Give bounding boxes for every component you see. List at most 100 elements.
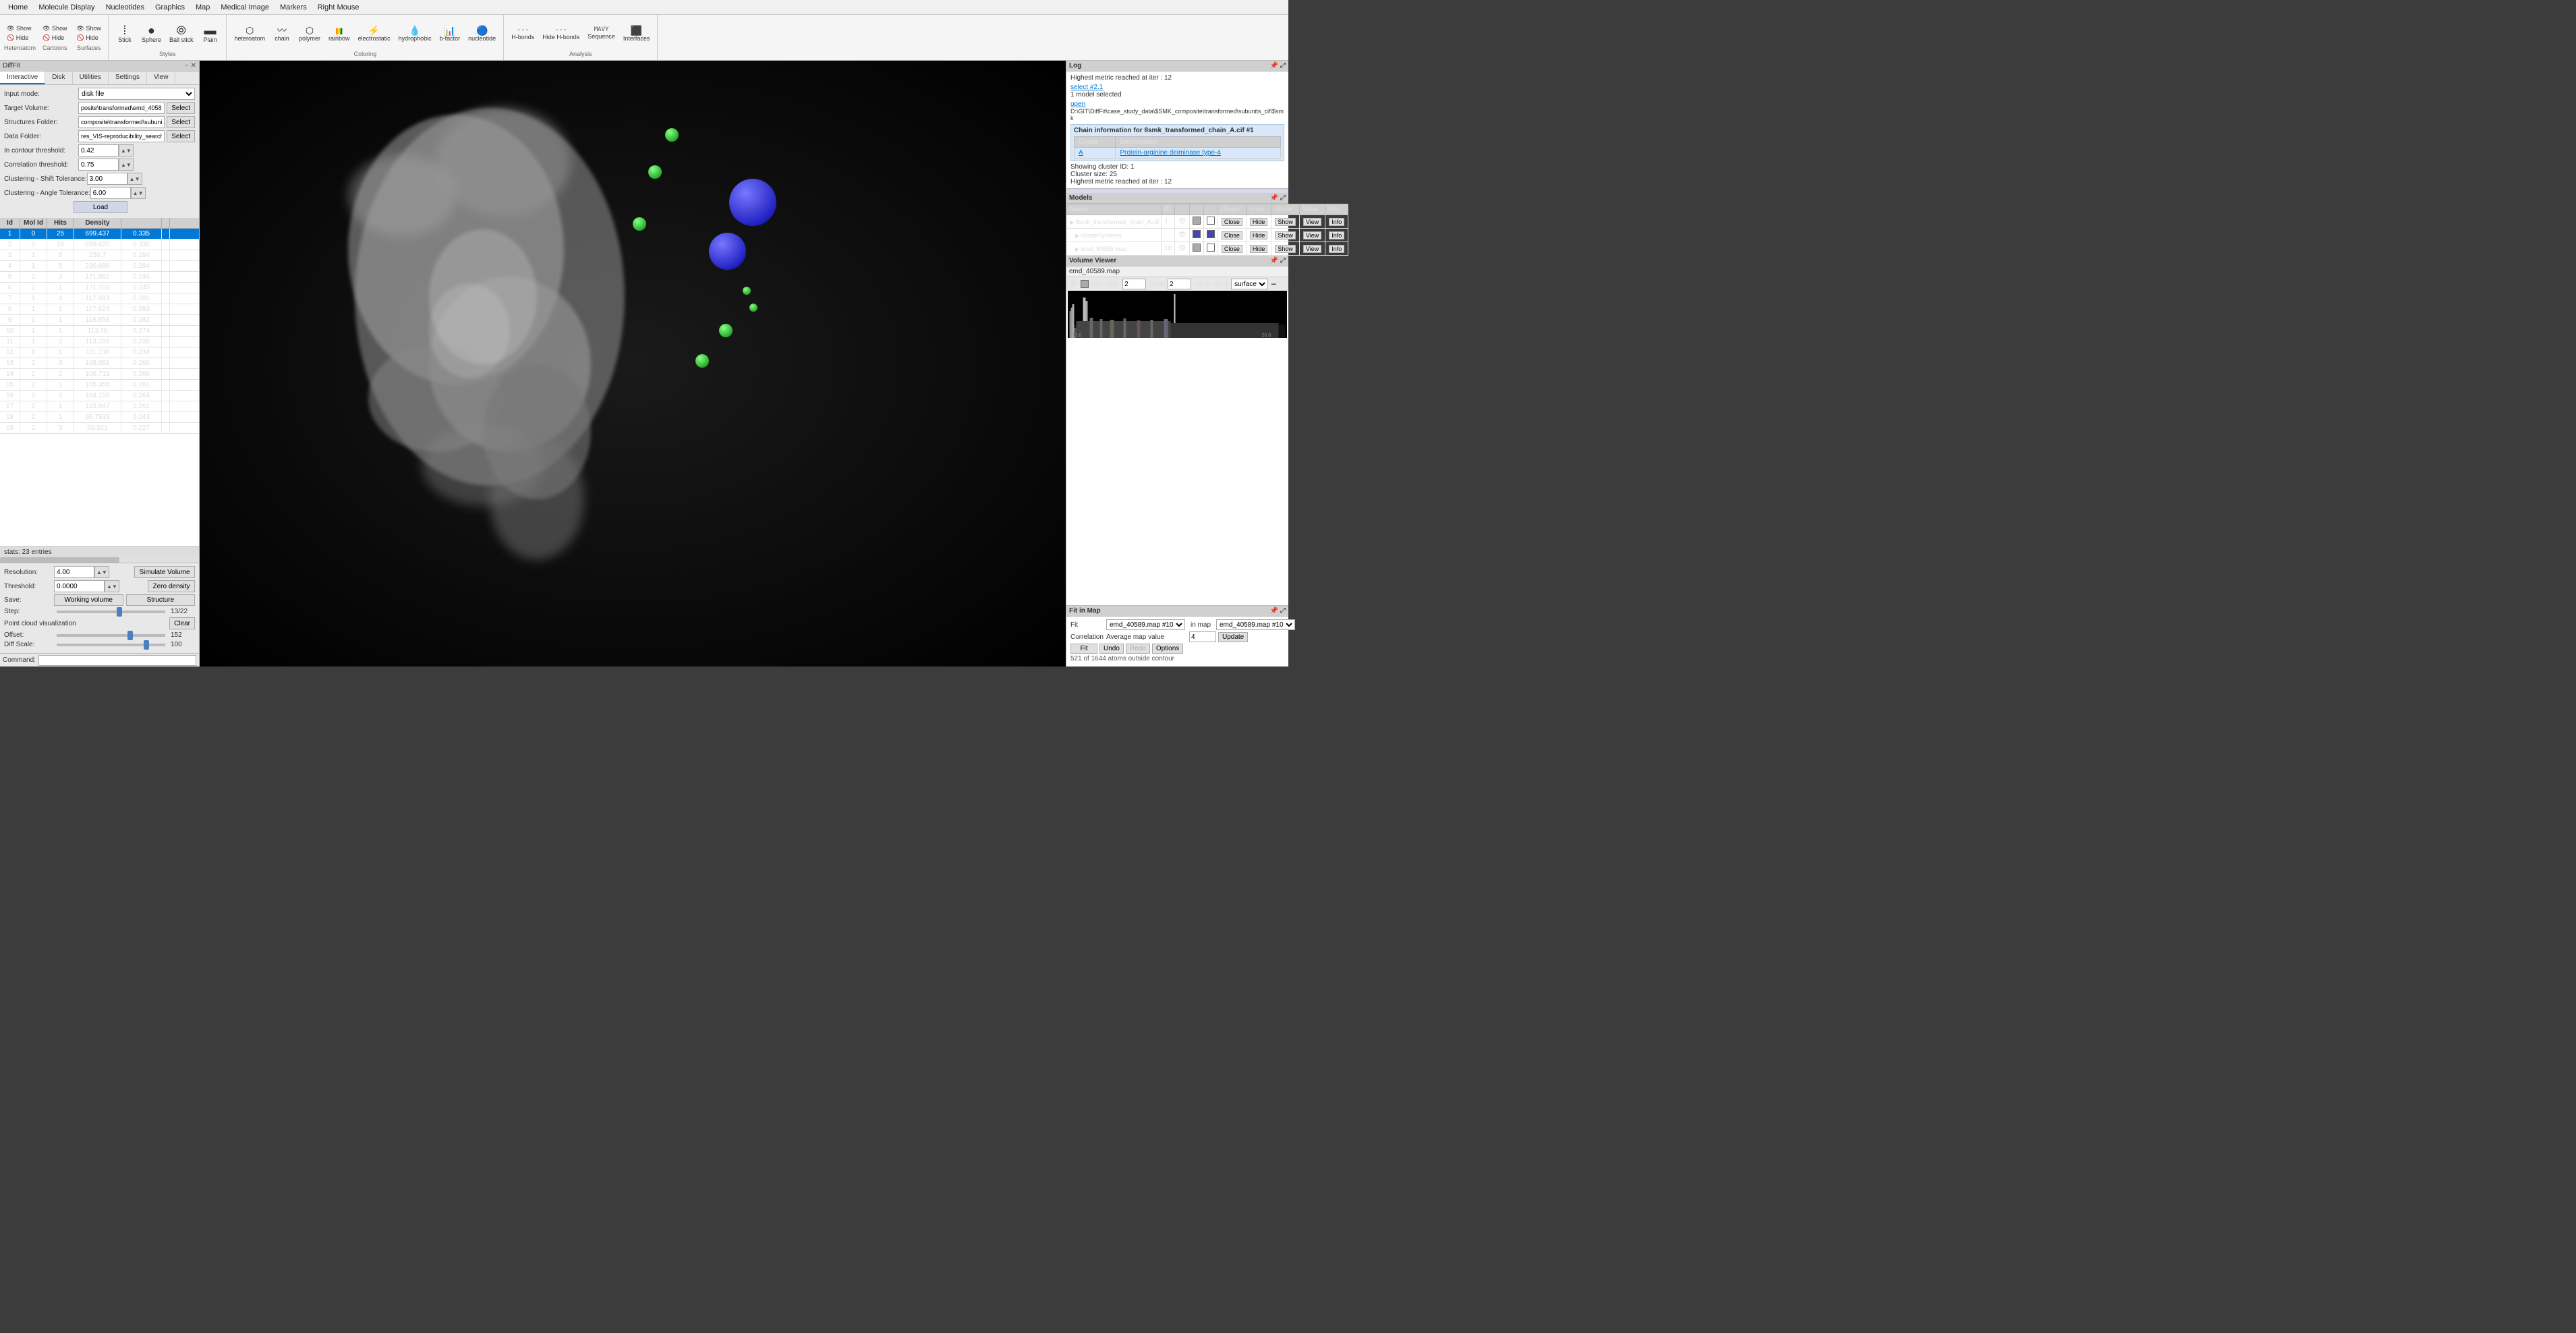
menu-map[interactable]: Map bbox=[190, 2, 215, 13]
model-1-eye-icon[interactable]: 👁 bbox=[1178, 218, 1186, 225]
vol-surface-select[interactable]: surface bbox=[1231, 279, 1268, 289]
table-row[interactable]: 2 0 26 699.425 0.335 bbox=[0, 239, 199, 250]
undo-button[interactable]: Undo bbox=[1099, 644, 1124, 654]
col-density[interactable]: Density bbox=[74, 218, 121, 228]
working-volume-btn[interactable]: Working volume bbox=[54, 594, 123, 606]
structures-folder-select-btn[interactable]: Select bbox=[167, 116, 195, 128]
vol-step-input[interactable] bbox=[1122, 279, 1146, 289]
ball-stick-button[interactable]: ⦾ Ball stick bbox=[166, 22, 197, 45]
correlation-input[interactable] bbox=[78, 159, 119, 171]
marker-sphere-2[interactable] bbox=[648, 165, 662, 179]
model-2-view-btn[interactable]: View bbox=[1303, 231, 1321, 239]
models-expand-icon[interactable]: ⤢ bbox=[1280, 194, 1286, 202]
marker-sphere-1[interactable] bbox=[665, 128, 679, 142]
model-3-color2[interactable] bbox=[1207, 244, 1215, 252]
offset-slider[interactable] bbox=[57, 634, 165, 637]
hide-hbonds-button[interactable]: - - - Hide H-bonds bbox=[539, 25, 583, 42]
load-button[interactable]: Load bbox=[74, 201, 127, 213]
plain-button[interactable]: ▬ Plain bbox=[198, 22, 222, 45]
update-btn[interactable]: Update bbox=[1218, 632, 1248, 642]
col-val[interactable] bbox=[121, 218, 162, 228]
viewport[interactable] bbox=[200, 61, 1066, 666]
model-1-close-btn[interactable]: Close bbox=[1222, 218, 1242, 226]
zero-density-btn[interactable]: Zero density bbox=[148, 580, 195, 592]
stick-button[interactable]: ⁞ Stick bbox=[113, 22, 137, 45]
model-2-expand[interactable]: ▶ bbox=[1075, 233, 1079, 239]
resolution-spinner[interactable]: ▲▼ bbox=[94, 566, 109, 578]
model-1-view-btn[interactable]: View bbox=[1303, 218, 1321, 226]
hide-surfaces-btn[interactable]: 🚫 Hide bbox=[74, 34, 103, 42]
model-2-hide-btn[interactable]: Hide bbox=[1250, 231, 1268, 239]
table-row[interactable]: 16 2 2 104.155 0.264 bbox=[0, 391, 199, 401]
tab-settings[interactable]: Settings bbox=[109, 72, 147, 84]
command-input[interactable] bbox=[38, 655, 196, 666]
menu-medical-image[interactable]: Medical Image bbox=[215, 2, 275, 13]
vol-level-input[interactable] bbox=[1168, 279, 1191, 289]
table-row[interactable]: 14 2 2 106.713 0.266 bbox=[0, 369, 199, 380]
model-3-color1[interactable] bbox=[1193, 244, 1201, 252]
data-folder-input[interactable] bbox=[78, 130, 165, 142]
show-atoms-btn[interactable]: 👁 Show bbox=[4, 24, 36, 33]
show-surfaces-btn[interactable]: 👁 Show bbox=[74, 24, 103, 33]
log-pin-icon[interactable]: 📌 bbox=[1270, 62, 1278, 69]
polymer-button[interactable]: ⬡ polymer bbox=[295, 24, 324, 44]
clustering-shift-input[interactable] bbox=[87, 173, 127, 185]
tab-utilities[interactable]: Utilities bbox=[73, 72, 109, 84]
table-row[interactable]: 18 2 1 96.7633 0.243 bbox=[0, 412, 199, 423]
fit-avg-input[interactable] bbox=[1189, 631, 1216, 642]
table-row[interactable]: 12 1 1 111.738 0.234 bbox=[0, 347, 199, 358]
options-button[interactable]: Options bbox=[1152, 644, 1183, 654]
tab-interactive[interactable]: Interactive bbox=[0, 72, 45, 84]
model-1-hide-btn[interactable]: Hide bbox=[1250, 218, 1268, 226]
menu-molecule-display[interactable]: Molecule Display bbox=[33, 2, 100, 13]
table-row[interactable]: 1 0 25 699.437 0.335 bbox=[0, 229, 199, 239]
table-row[interactable]: 11 1 2 113.355 0.235 bbox=[0, 337, 199, 347]
clear-btn[interactable]: Clear bbox=[169, 617, 195, 629]
step-slider[interactable] bbox=[57, 611, 165, 613]
model-3-view-btn[interactable]: View bbox=[1303, 245, 1321, 253]
table-row[interactable]: 7 1 4 117.983 0.281 bbox=[0, 293, 199, 304]
vol-eye-icon[interactable]: 👁 bbox=[1069, 281, 1078, 288]
tab-disk[interactable]: Disk bbox=[45, 72, 72, 84]
table-row[interactable]: 4 1 5 230.686 0.294 bbox=[0, 261, 199, 272]
chain-color-button[interactable]: 〰 chain bbox=[270, 24, 294, 44]
model-2-info-btn[interactable]: Info bbox=[1329, 231, 1344, 239]
log-expand-icon[interactable]: ⤢ bbox=[1280, 62, 1286, 69]
input-mode-select[interactable]: disk file bbox=[78, 88, 195, 100]
offset-thumb[interactable] bbox=[127, 631, 133, 640]
log-open-link[interactable]: open bbox=[1070, 101, 1085, 108]
diff-scale-thumb[interactable] bbox=[144, 640, 149, 650]
fit-map2-select[interactable]: emd_40589.map #10 bbox=[1216, 619, 1295, 630]
tab-view[interactable]: View bbox=[147, 72, 176, 84]
step-thumb[interactable] bbox=[117, 607, 122, 617]
chain-desc-link[interactable]: Protein-arginine deiminase type-4 bbox=[1120, 149, 1221, 157]
nucleotide-color-button[interactable]: 🔵 nucleotide bbox=[465, 24, 499, 44]
correlation-spinner[interactable]: ▲▼ bbox=[119, 159, 134, 171]
in-contour-spinner[interactable]: ▲▼ bbox=[119, 144, 134, 157]
table-row[interactable]: 17 2 1 103.047 0.261 bbox=[0, 401, 199, 412]
resolution-input[interactable] bbox=[54, 566, 94, 578]
target-volume-input[interactable] bbox=[78, 102, 165, 114]
col-id[interactable]: Id bbox=[0, 218, 20, 228]
table-row[interactable]: 6 2 1 171.703 0.245 bbox=[0, 283, 199, 293]
panel-minimize-btn[interactable]: − bbox=[185, 62, 189, 69]
marker-sphere-6[interactable] bbox=[719, 324, 733, 337]
table-scrollbar[interactable] bbox=[0, 557, 199, 563]
fit-map1-select[interactable]: emd_40589.map #10 bbox=[1106, 619, 1185, 630]
interfaces-button[interactable]: ⬛ Interfaces bbox=[620, 24, 654, 44]
menu-graphics[interactable]: Graphics bbox=[150, 2, 190, 13]
fit-expand-icon[interactable]: ⤢ bbox=[1280, 607, 1286, 615]
diff-scale-slider[interactable] bbox=[57, 644, 165, 646]
redo-button[interactable]: Redo bbox=[1126, 644, 1150, 654]
cluster-sphere-2[interactable] bbox=[709, 233, 746, 270]
log-select-link[interactable]: select #2.1 bbox=[1070, 84, 1103, 91]
model-1-show-btn[interactable]: Show bbox=[1275, 218, 1296, 226]
hide-atoms-btn[interactable]: 🚫 Hide bbox=[4, 34, 36, 42]
table-row[interactable]: 15 2 1 105.355 0.261 bbox=[0, 380, 199, 391]
clustering-angle-input[interactable] bbox=[90, 187, 131, 199]
col-mol-id[interactable]: Mol Id bbox=[20, 218, 47, 228]
hide-cartoons-btn[interactable]: 🚫 Hide bbox=[40, 34, 69, 42]
clustering-angle-spinner[interactable]: ▲▼ bbox=[131, 187, 146, 199]
marker-sphere-5[interactable] bbox=[749, 304, 757, 312]
model-3-info-btn[interactable]: Info bbox=[1329, 245, 1344, 253]
